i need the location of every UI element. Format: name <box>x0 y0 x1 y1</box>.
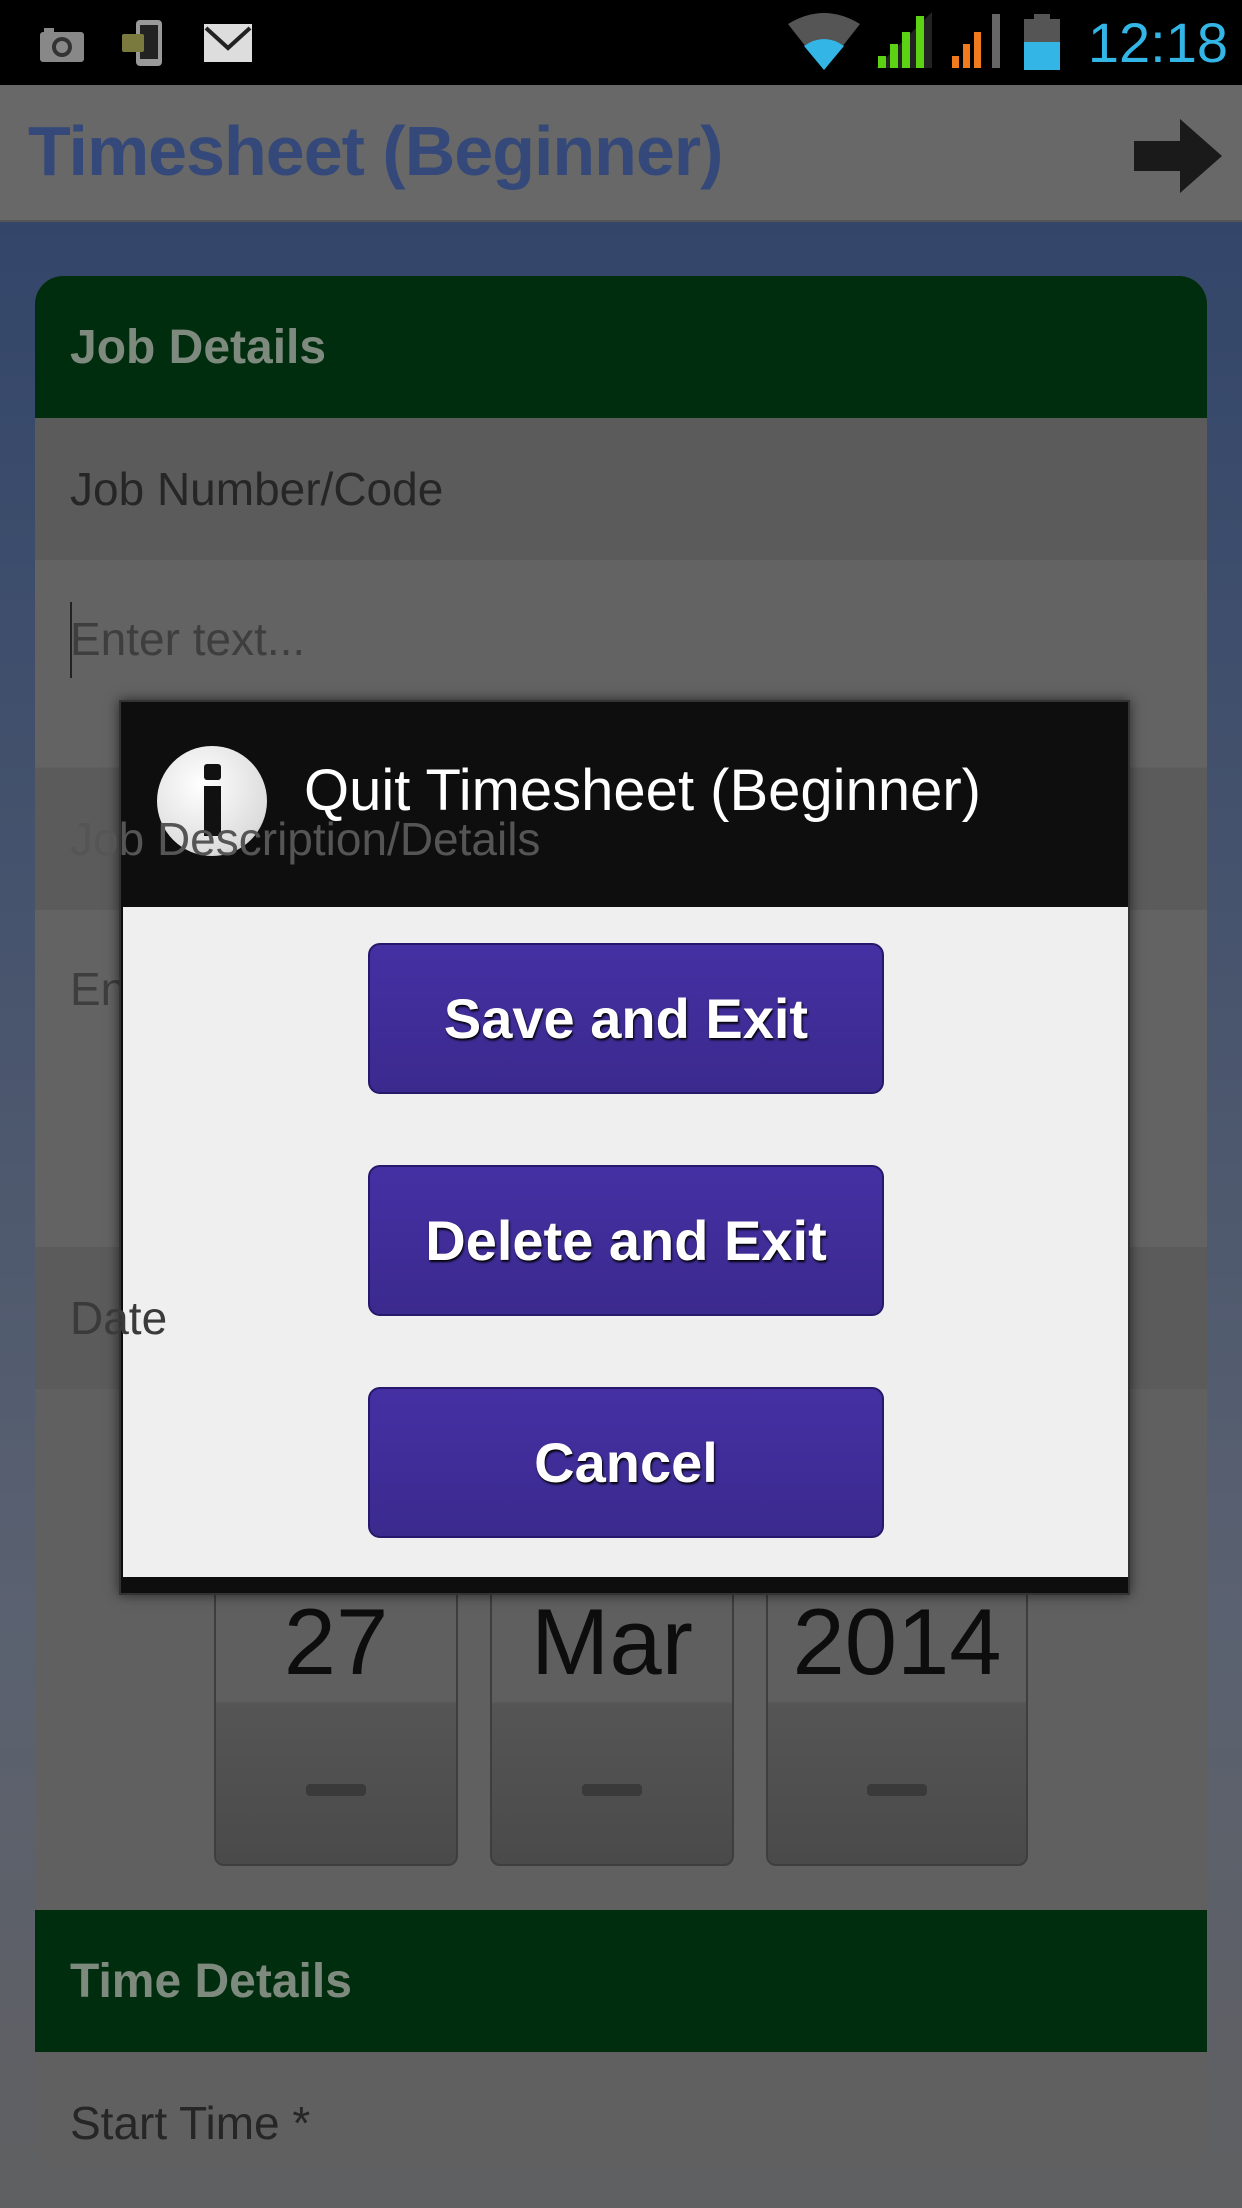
app-bar: Timesheet (Beginner) <box>0 85 1242 222</box>
save-and-exit-button[interactable]: Save and Exit <box>368 943 884 1094</box>
battery-icon <box>1024 14 1060 70</box>
year-picker[interactable]: 2014 <box>766 1576 1028 1866</box>
wifi-icon <box>788 13 860 70</box>
day-value: 27 <box>283 1589 389 1694</box>
arrow-right-icon[interactable] <box>1134 119 1222 193</box>
job-number-label: Job Number/Code <box>35 418 1207 560</box>
month-picker[interactable]: Mar <box>490 1576 734 1866</box>
clock: 12:18 <box>1087 11 1228 74</box>
date-label: Date <box>70 1292 168 1344</box>
section-header-time-details: Time Details <box>35 1910 1207 2052</box>
job-number-placeholder: Enter text... <box>70 613 306 665</box>
year-decrement-button[interactable] <box>867 1784 927 1796</box>
delete-and-exit-button[interactable]: Delete and Exit <box>368 1165 884 1316</box>
month-decrement-button[interactable] <box>582 1784 642 1796</box>
mail-icon <box>204 24 252 62</box>
signal-roaming-icon <box>952 14 1000 68</box>
signal-icon <box>876 12 932 68</box>
cancel-button[interactable]: Cancel <box>368 1387 884 1538</box>
status-bar: 12:18 <box>0 0 1242 85</box>
month-value: Mar <box>531 1589 693 1694</box>
section-header-job-details: Job Details <box>35 276 1207 418</box>
day-picker[interactable]: 27 <box>214 1576 458 1866</box>
phone-transfer-icon <box>122 20 162 66</box>
dialog-body: Save and Exit Delete and Exit Cancel <box>123 907 1128 1577</box>
year-value: 2014 <box>792 1589 1002 1694</box>
start-time-label: Start Time * <box>35 2052 1207 2170</box>
job-description-label: Job Description/Details <box>70 813 541 865</box>
day-decrement-button[interactable] <box>306 1784 366 1796</box>
camera-icon <box>40 28 84 62</box>
app-title: Timesheet (Beginner) <box>28 112 723 190</box>
text-cursor <box>70 602 72 678</box>
